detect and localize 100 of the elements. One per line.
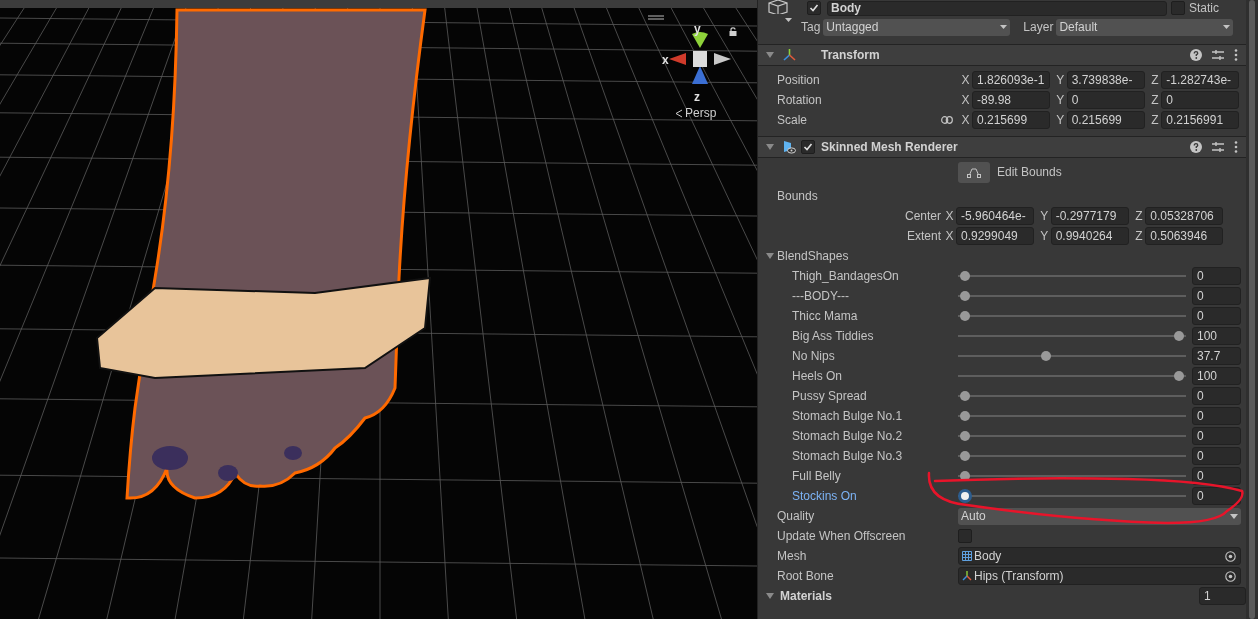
slider-thumb[interactable] — [960, 391, 970, 401]
slider-thumb[interactable] — [960, 271, 970, 281]
number-field[interactable]: 0.5063946 — [1145, 227, 1224, 245]
number-field[interactable]: 0.215699 — [1066, 111, 1145, 129]
slider-thumb[interactable] — [1174, 371, 1184, 381]
offscreen-checkbox[interactable] — [958, 529, 972, 543]
number-field[interactable]: 1.826093e-1 — [972, 71, 1050, 89]
static-checkbox[interactable] — [1171, 1, 1185, 15]
fold-arrow-icon[interactable] — [765, 251, 775, 261]
bounds-icon — [967, 166, 981, 178]
link-icon[interactable] — [941, 116, 953, 124]
slider[interactable] — [958, 329, 1186, 343]
fold-arrow-icon[interactable] — [765, 142, 775, 152]
field-label: Bounds — [777, 188, 818, 205]
caret-icon[interactable] — [785, 17, 792, 23]
blend-shape-label: No Nips — [792, 348, 836, 365]
number-field[interactable]: 0 — [1192, 467, 1241, 485]
slider-thumb[interactable] — [1040, 351, 1051, 361]
number-field[interactable]: 0 — [1192, 307, 1241, 325]
enabled-checkbox[interactable] — [801, 140, 815, 154]
tag-dropdown[interactable]: Untagged — [823, 18, 1011, 36]
number-field[interactable]: -89.98 — [972, 91, 1050, 109]
slider[interactable] — [958, 409, 1186, 423]
help-icon[interactable] — [1190, 141, 1202, 153]
number-field[interactable]: 0 — [1161, 91, 1240, 109]
slider[interactable] — [958, 349, 1186, 363]
number-field[interactable]: 0 — [1066, 91, 1145, 109]
slider[interactable] — [958, 429, 1186, 443]
root-bone-field[interactable]: Hips (Transform) — [958, 567, 1241, 585]
number-field[interactable]: 37.7 — [1192, 347, 1241, 365]
slider-thumb[interactable] — [960, 291, 970, 301]
axis-label: y — [694, 21, 701, 38]
number-field[interactable]: -5.960464e- — [956, 207, 1034, 225]
projection-label[interactable]: Persp — [685, 104, 717, 122]
number-field[interactable]: 0 — [1192, 487, 1241, 505]
number-field[interactable]: 0 — [1192, 267, 1241, 285]
chevron-left-icon — [675, 108, 683, 118]
component-header[interactable]: Skinned Mesh Renderer — [758, 136, 1246, 158]
more-icon[interactable] — [1234, 141, 1238, 153]
help-icon[interactable] — [1190, 49, 1202, 61]
slider[interactable] — [958, 289, 1186, 303]
slider[interactable] — [958, 369, 1186, 383]
scrollbar[interactable] — [1246, 0, 1258, 619]
menu-icon[interactable] — [648, 15, 664, 20]
axis-label: Z — [1150, 92, 1160, 109]
number-field[interactable]: 100 — [1192, 327, 1241, 345]
component-header[interactable]: Transform — [758, 44, 1246, 66]
scene-view[interactable]: y x z Persp — [0, 0, 757, 619]
field-label: Rotation — [777, 92, 823, 109]
number-field[interactable]: -0.2977179 — [1050, 207, 1129, 225]
number-field[interactable]: 0 — [1192, 387, 1241, 405]
settings-sliders-icon[interactable] — [1212, 141, 1224, 153]
component-title: Transform — [821, 47, 881, 64]
slider-thumb[interactable] — [960, 411, 970, 421]
axis-label: Y — [1039, 208, 1050, 225]
settings-sliders-icon[interactable] — [1212, 49, 1224, 61]
number-field[interactable]: 3.739838e- — [1066, 71, 1145, 89]
number-field[interactable]: 100 — [1192, 367, 1241, 385]
axis-label: X — [960, 72, 971, 89]
slider[interactable] — [958, 489, 1186, 503]
transform-axes-icon — [783, 49, 796, 61]
slider-thumb[interactable] — [960, 471, 970, 481]
blend-shape-label: Thicc Mama — [792, 308, 859, 325]
number-field[interactable]: 0 — [1192, 447, 1241, 465]
axis-label: X — [960, 112, 971, 129]
number-field[interactable]: -1.282743e- — [1161, 71, 1240, 89]
axis-label: Y — [1039, 228, 1050, 245]
number-field[interactable]: 0.9940264 — [1050, 227, 1129, 245]
grid-icon — [962, 551, 972, 561]
axis-label: Z — [1134, 208, 1144, 225]
fold-arrow-icon[interactable] — [765, 591, 775, 601]
number-field[interactable]: 0.9299049 — [956, 227, 1034, 245]
number-field[interactable]: 0 — [1192, 427, 1241, 445]
number-field[interactable]: 0 — [1192, 407, 1241, 425]
slider-thumb[interactable] — [1174, 331, 1184, 341]
slider-thumb[interactable] — [960, 311, 970, 321]
slider-thumb[interactable] — [958, 489, 972, 503]
slider-thumb[interactable] — [960, 451, 970, 461]
count-field[interactable]: 1 — [1199, 587, 1246, 605]
more-icon[interactable] — [1234, 49, 1238, 61]
mesh-field[interactable]: Body — [958, 547, 1241, 565]
name-field[interactable]: Body — [827, 1, 1167, 16]
lock-icon[interactable] — [729, 27, 737, 36]
layer-dropdown[interactable]: Default — [1056, 18, 1234, 36]
slider[interactable] — [958, 389, 1186, 403]
edit-bounds-button[interactable] — [958, 161, 990, 183]
slider-thumb[interactable] — [960, 431, 970, 441]
active-checkbox[interactable] — [807, 1, 821, 15]
slider[interactable] — [958, 269, 1186, 283]
number-field[interactable]: 0.215699 — [972, 111, 1050, 129]
field-label: Quality — [777, 508, 816, 525]
slider[interactable] — [958, 309, 1186, 323]
number-field[interactable]: 0 — [1192, 287, 1241, 305]
fold-arrow-icon[interactable] — [765, 50, 775, 60]
slider[interactable] — [958, 449, 1186, 463]
axis-label: x — [662, 52, 669, 69]
target-icon[interactable] — [1225, 550, 1236, 562]
number-field[interactable]: 0.05328706 — [1145, 207, 1224, 225]
target-icon[interactable] — [1225, 570, 1236, 582]
number-field[interactable]: 0.2156991 — [1161, 111, 1240, 129]
